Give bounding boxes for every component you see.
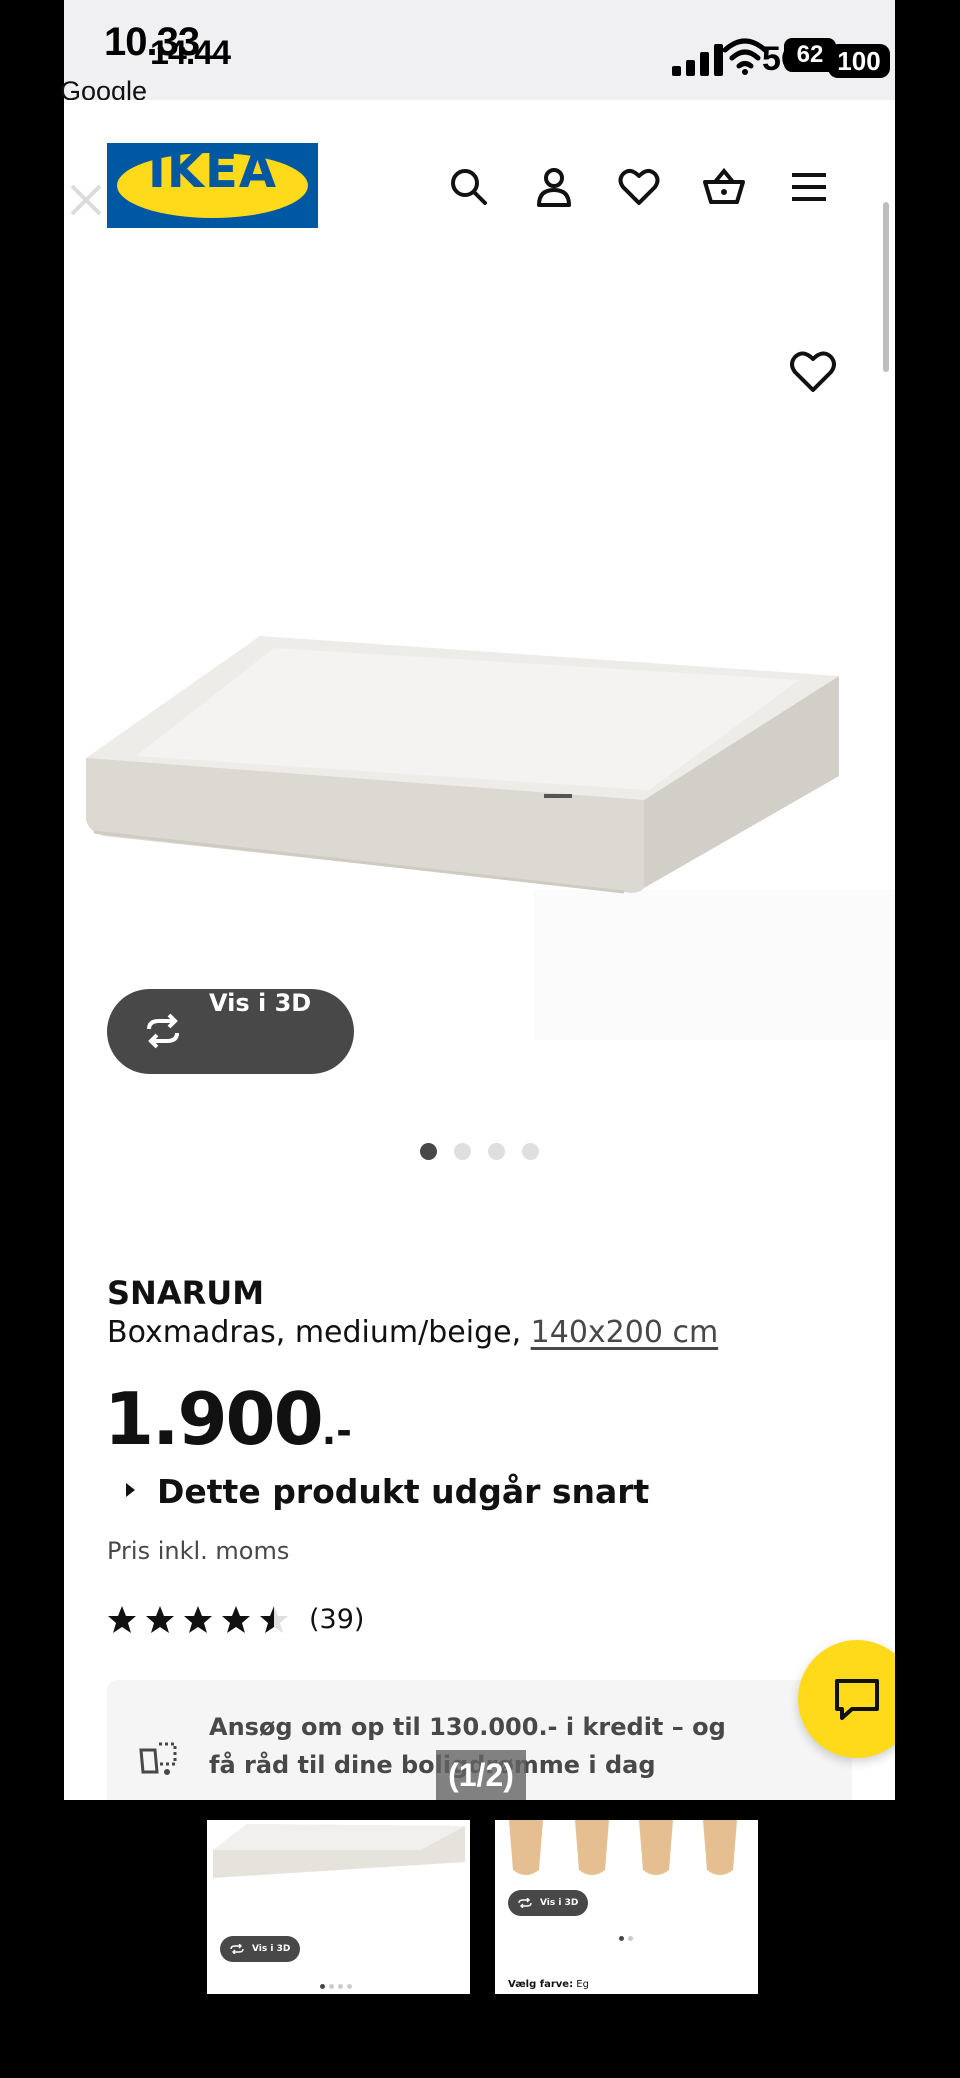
- thumbnail-3d-label: Vis i 3D: [540, 1898, 579, 1908]
- star-half-icon: [260, 1606, 288, 1633]
- discontinued-notice[interactable]: Dette produkt udgår snart: [126, 1472, 649, 1511]
- page-counter: (1/2): [436, 1750, 526, 1800]
- color-value: Eg: [576, 1979, 589, 1990]
- credit-card-icon: [139, 1742, 177, 1775]
- scrollbar[interactable]: [883, 202, 889, 372]
- account-icon[interactable]: [531, 164, 577, 210]
- star-full-icon: [146, 1606, 174, 1633]
- chat-icon: [835, 1679, 879, 1720]
- price-value: 1.900: [104, 1377, 324, 1461]
- basket-icon[interactable]: [701, 164, 747, 210]
- product-description-text: Boxmadras, medium/beige,: [107, 1315, 531, 1350]
- product-description: Boxmadras, medium/beige, 140x200 cm: [107, 1315, 718, 1350]
- thumbnail-image: [207, 1824, 470, 1990]
- carousel-dot[interactable]: [488, 1143, 505, 1160]
- size-link[interactable]: 140x200 cm: [531, 1315, 719, 1350]
- review-count[interactable]: (39): [309, 1604, 364, 1635]
- thumbnail-3d-button: Vis i 3D: [508, 1890, 588, 1916]
- carousel-dot[interactable]: [454, 1143, 471, 1160]
- heart-icon[interactable]: [616, 164, 662, 210]
- vat-note: Pris inkl. moms: [107, 1537, 290, 1565]
- battery-indicator: 100: [828, 44, 890, 78]
- view-in-3d-label: Vis i 3D: [209, 989, 312, 1017]
- rotate-3d-icon: [518, 1898, 532, 1908]
- thumbnail-3d-label: Vis i 3D: [252, 1944, 291, 1954]
- view-in-3d-button[interactable]: Vis i 3D: [107, 989, 354, 1074]
- close-icon: [70, 184, 102, 216]
- ikea-logo[interactable]: IKEA: [107, 143, 318, 228]
- screenshot-thumbnail-2[interactable]: Vis i 3D Vælg farve: Eg: [495, 1820, 758, 1994]
- search-icon[interactable]: [446, 164, 492, 210]
- color-label: Vælg farve:: [508, 1979, 574, 1990]
- add-to-favourites-button[interactable]: [786, 345, 840, 399]
- product-page: IKEA Vis i 3D SNARUM Boxmadras, medium/b…: [64, 100, 895, 1800]
- star-full-icon: [222, 1606, 250, 1633]
- price-suffix: .-: [321, 1409, 352, 1453]
- caret-right-icon: [126, 1482, 135, 1497]
- heart-icon: [790, 351, 836, 392]
- star-full-icon: [108, 1606, 136, 1633]
- rotate-3d-icon: [230, 1944, 244, 1954]
- carousel-dot[interactable]: [522, 1143, 539, 1160]
- screenshot-thumbnail-1[interactable]: Vis i 3D: [207, 1820, 470, 1994]
- discontinued-notice-text: Dette produkt udgår snart: [157, 1472, 650, 1511]
- thumbnail-3d-button: Vis i 3D: [220, 1936, 300, 1962]
- menu-icon[interactable]: [786, 164, 832, 210]
- product-image[interactable]: [64, 480, 895, 1040]
- status-time: 14.44: [150, 34, 231, 72]
- star-full-icon: [184, 1606, 212, 1633]
- carousel-dot[interactable]: [420, 1143, 437, 1160]
- thumbnail-color-label: Vælg farve: Eg: [508, 1979, 589, 1990]
- product-name: SNARUM: [107, 1274, 265, 1312]
- rotate-3d-icon: [147, 1013, 179, 1049]
- product-price: 1.900.-: [104, 1377, 352, 1461]
